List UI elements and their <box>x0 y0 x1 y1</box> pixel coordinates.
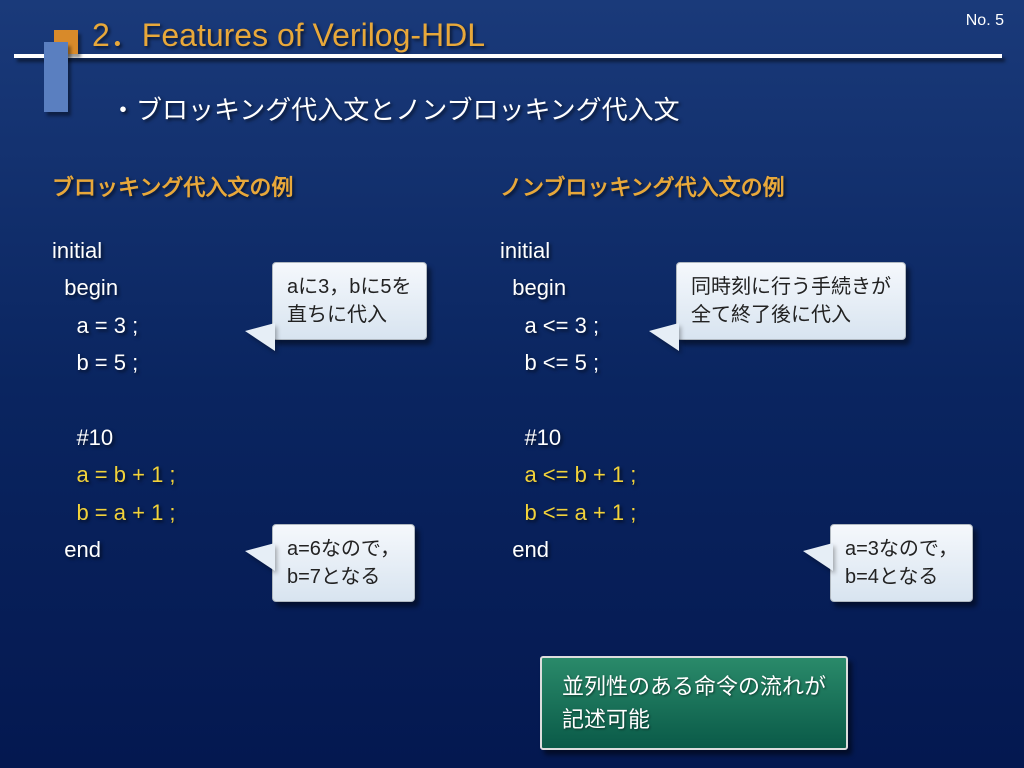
callout-line: b=4となる <box>845 563 958 591</box>
slide-subtitle: ・ブロッキング代入文とノンブロッキング代入文 <box>110 90 680 127</box>
code-line: initial <box>52 238 102 263</box>
decor-blue-rect <box>44 42 68 112</box>
callout-blocking-result: a=6なので， b=7となる <box>272 524 415 602</box>
code-line: begin <box>500 275 566 300</box>
code-line: a <= 3 ; <box>500 313 599 338</box>
decor-blocks <box>44 0 88 120</box>
code-line: b = 5 ; <box>52 350 138 375</box>
code-line: initial <box>500 238 550 263</box>
col-blocking: ブロッキング代入文の例 initial begin a = 3 ; b = 5 … <box>52 170 472 569</box>
code-line: begin <box>52 275 118 300</box>
callout-line: aに3，bに5を <box>287 273 412 301</box>
code-line-highlight: a <= b + 1 ; <box>500 462 636 487</box>
summary-line: 並列性のある命令の流れが <box>562 670 826 703</box>
callout-blocking-assign: aに3，bに5を 直ちに代入 <box>272 262 427 340</box>
code-line: end <box>52 537 101 562</box>
code-line-highlight: a = b + 1 ; <box>52 462 176 487</box>
callout-line: b=7となる <box>287 563 400 591</box>
page-number: No. 5 <box>966 12 1004 30</box>
code-line: #10 <box>52 425 113 450</box>
summary-box: 並列性のある命令の流れが 記述可能 <box>540 656 848 750</box>
callout-nonblocking-assign: 同時刻に行う手続きが 全て終了後に代入 <box>676 262 906 340</box>
code-line: a = 3 ; <box>52 313 138 338</box>
callout-tail-icon <box>245 543 275 571</box>
code-line: #10 <box>500 425 561 450</box>
callout-line: a=6なので， <box>287 535 400 563</box>
title-underline <box>14 54 1002 58</box>
callout-tail-icon <box>803 543 833 571</box>
code-line-highlight: b = a + 1 ; <box>52 500 176 525</box>
code-line: end <box>500 537 549 562</box>
code-line: b <= 5 ; <box>500 350 599 375</box>
blocking-heading: ブロッキング代入文の例 <box>52 170 472 202</box>
slide-title: 2．Features of Verilog-HDL <box>92 10 485 56</box>
callout-line: 同時刻に行う手続きが <box>691 273 891 301</box>
code-line-highlight: b <= a + 1 ; <box>500 500 636 525</box>
callout-line: 直ちに代入 <box>287 301 412 329</box>
col-nonblocking: ノンブロッキング代入文の例 initial begin a <= 3 ; b <… <box>500 170 920 569</box>
callout-line: 全て終了後に代入 <box>691 301 891 329</box>
callout-line: a=3なので， <box>845 535 958 563</box>
summary-line: 記述可能 <box>562 703 826 736</box>
nonblocking-heading: ノンブロッキング代入文の例 <box>500 170 920 202</box>
callout-tail-icon <box>245 323 275 351</box>
callout-tail-icon <box>649 323 679 351</box>
callout-nonblocking-result: a=3なので， b=4となる <box>830 524 973 602</box>
header: 2．Features of Verilog-HDL No. 5 <box>0 0 1024 60</box>
